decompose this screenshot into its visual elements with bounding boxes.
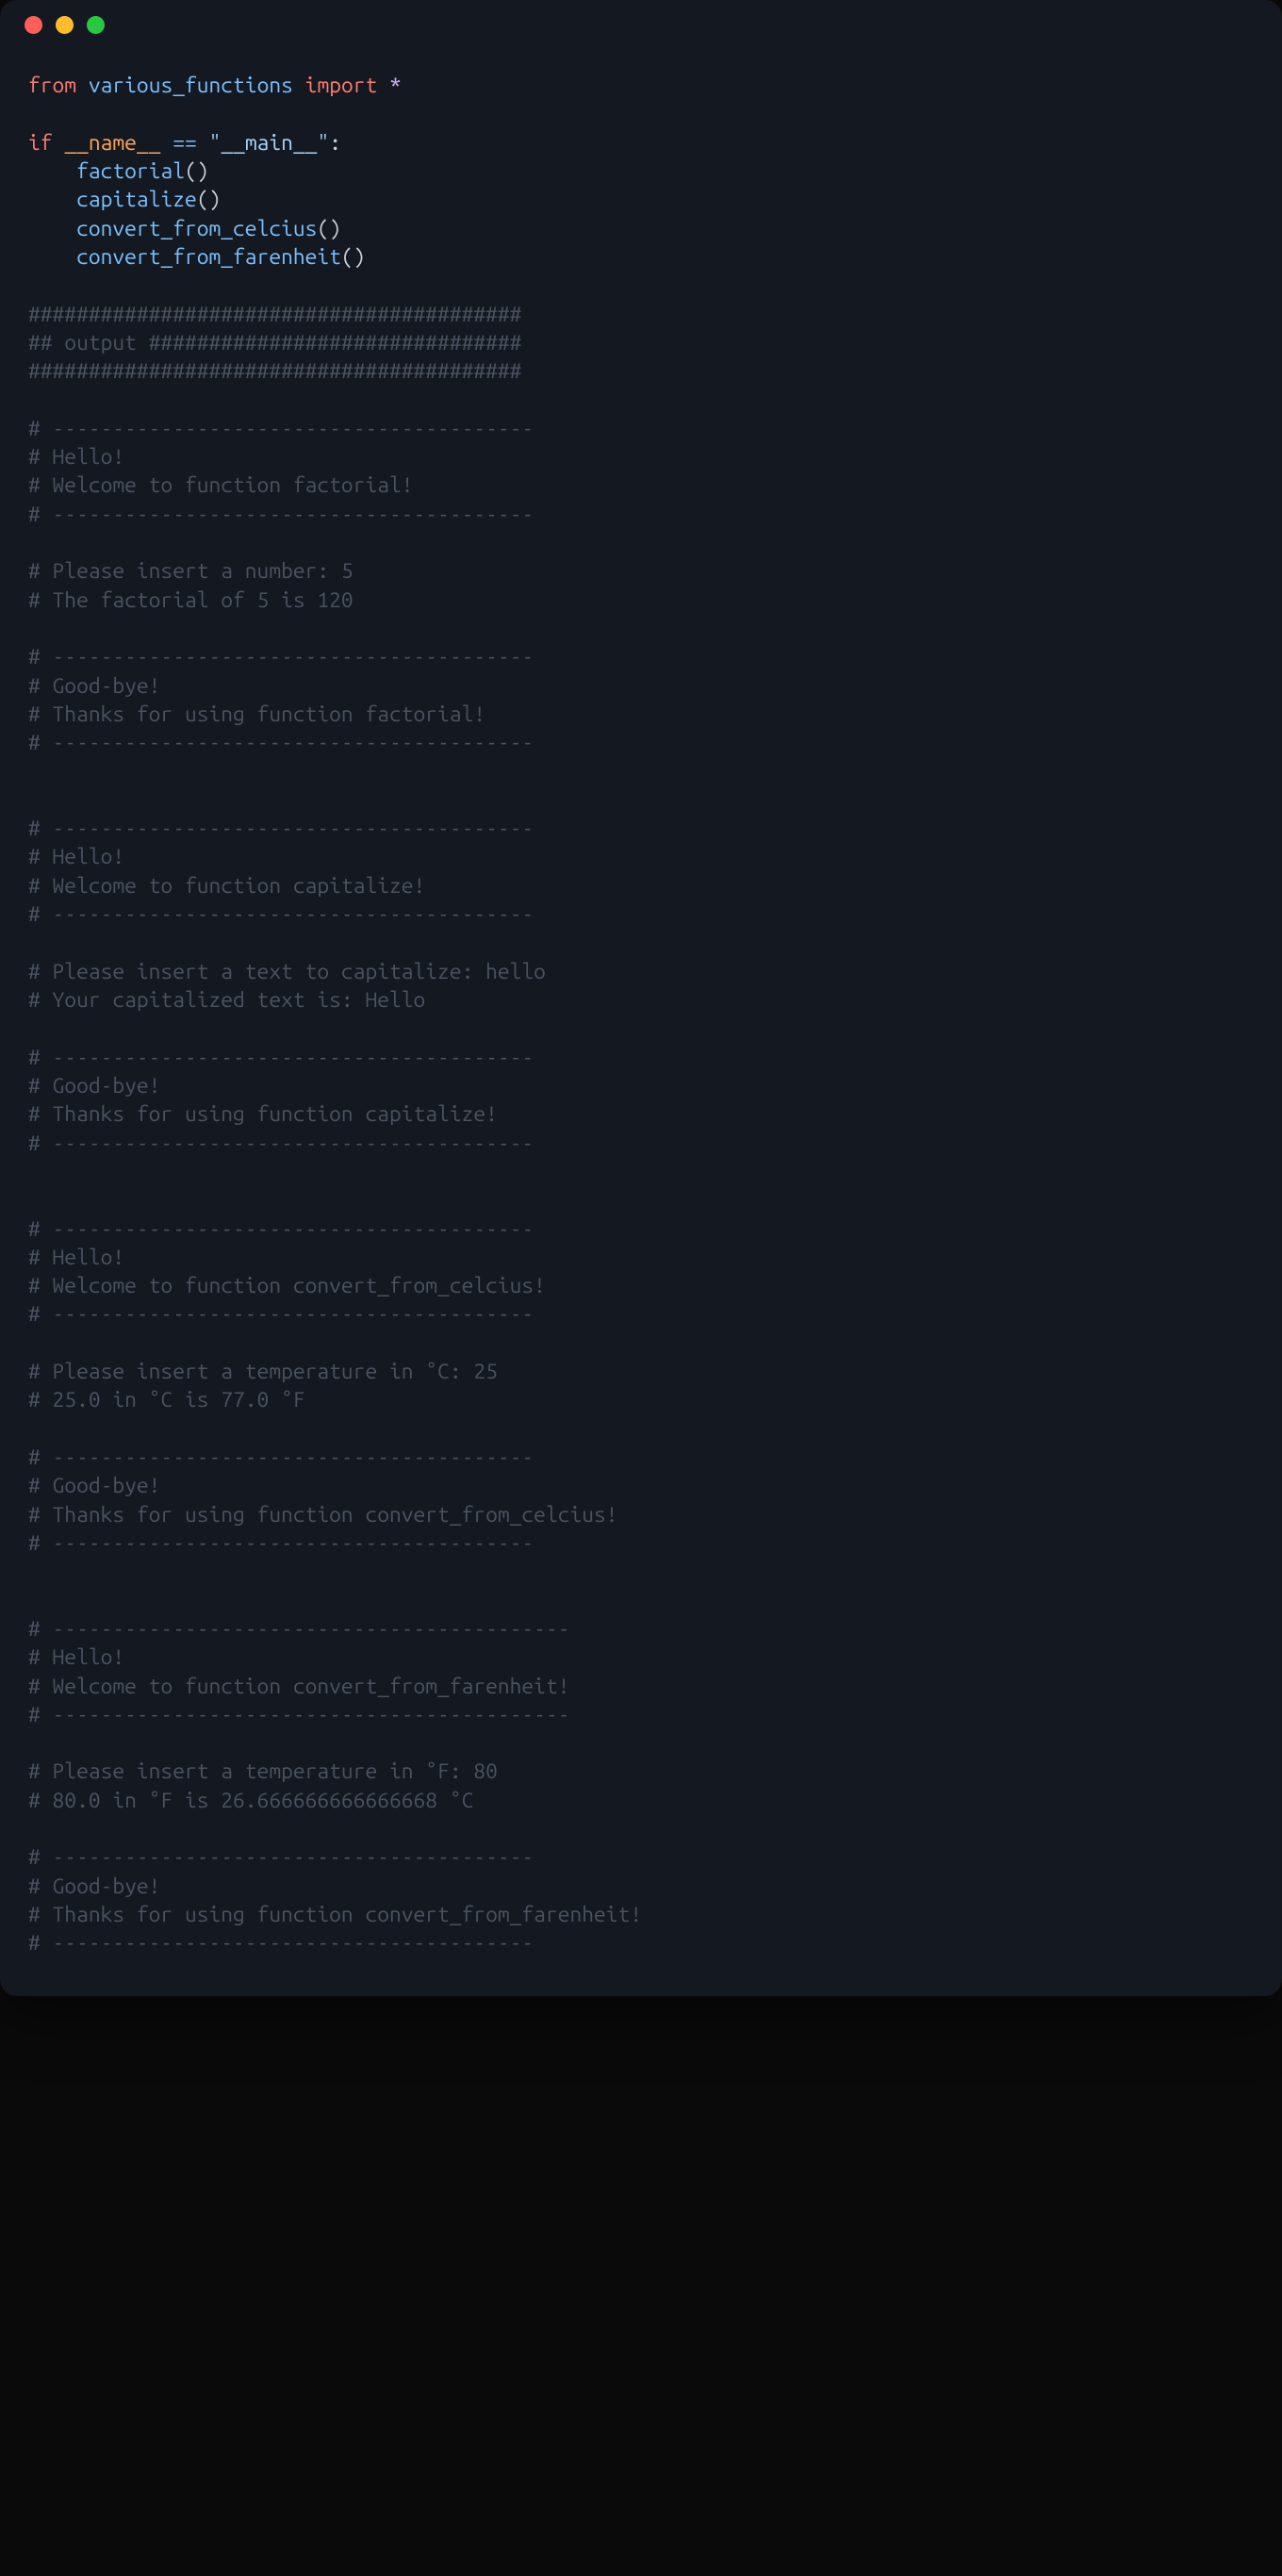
comment-line: # --------------------------------------… bbox=[28, 1445, 534, 1469]
call-factorial: factorial bbox=[76, 159, 185, 183]
comment-line: # --------------------------------------… bbox=[28, 1046, 534, 1069]
module-name: various_functions bbox=[89, 74, 293, 97]
comment-line: # --------------------------------------… bbox=[28, 1531, 534, 1555]
comment-line: ########################################… bbox=[28, 303, 521, 326]
keyword-if: if bbox=[28, 131, 53, 155]
comment-line: # --------------------------------------… bbox=[28, 645, 534, 669]
comment-line: # 25.0 in °C is 77.0 °F bbox=[28, 1388, 305, 1412]
call-convert-celcius: convert_from_celcius bbox=[76, 217, 317, 240]
parens: () bbox=[197, 188, 222, 211]
comment-line: # Your capitalized text is: Hello bbox=[28, 988, 425, 1012]
comment-line: # --------------------------------------… bbox=[28, 817, 534, 840]
import-star: * bbox=[389, 74, 402, 97]
comment-line: # Please insert a text to capitalize: he… bbox=[28, 960, 546, 983]
comment-line: # Hello! bbox=[28, 1645, 124, 1669]
keyword-from: from bbox=[28, 74, 76, 97]
comment-line: # Welcome to function convert_from_faren… bbox=[28, 1675, 569, 1698]
comment-line: # 80.0 in °F is 26.666666666666668 °C bbox=[28, 1789, 473, 1812]
comment-line: # --------------------------------------… bbox=[28, 1217, 534, 1241]
operator-eq: == bbox=[173, 131, 197, 155]
comment-line: # --------------------------------------… bbox=[28, 417, 534, 440]
comment-line: # Thanks for using function factorial! bbox=[28, 702, 485, 726]
parens: () bbox=[185, 159, 209, 183]
parens: () bbox=[341, 245, 366, 269]
comment-line: # Good-bye! bbox=[28, 1474, 160, 1497]
string-main: "__main__" bbox=[209, 131, 330, 155]
close-icon[interactable] bbox=[25, 16, 42, 34]
comment-line: # Good-bye! bbox=[28, 1074, 160, 1098]
comment-line: # Good-bye! bbox=[28, 674, 160, 698]
comment-line: # --------------------------------------… bbox=[28, 1302, 534, 1326]
titlebar bbox=[0, 0, 1282, 49]
comment-line: # Please insert a number: 5 bbox=[28, 559, 353, 583]
comment-line: # The factorial of 5 is 120 bbox=[28, 588, 353, 612]
code-content: from various_functions import * if __nam… bbox=[0, 49, 1282, 1996]
comment-line: # Welcome to function factorial! bbox=[28, 473, 414, 497]
comment-line: # --------------------------------------… bbox=[28, 1617, 569, 1641]
comment-line: # Please insert a temperature in °F: 80 bbox=[28, 1759, 498, 1783]
comment-line: ## output ##############################… bbox=[28, 331, 521, 355]
comment-line: # --------------------------------------… bbox=[28, 1703, 569, 1726]
parens: () bbox=[317, 217, 341, 240]
call-convert-farenheit: convert_from_farenheit bbox=[76, 245, 341, 269]
comment-line: # Hello! bbox=[28, 845, 124, 868]
comment-line: # --------------------------------------… bbox=[28, 731, 534, 754]
minimize-icon[interactable] bbox=[56, 16, 74, 34]
colon: : bbox=[329, 131, 341, 155]
comment-line: # Welcome to function convert_from_celci… bbox=[28, 1274, 546, 1297]
call-capitalize: capitalize bbox=[76, 188, 197, 211]
comment-line: # Good-bye! bbox=[28, 1874, 160, 1898]
comment-line: # --------------------------------------… bbox=[28, 1931, 534, 1955]
comment-line: # Please insert a temperature in °C: 25 bbox=[28, 1360, 498, 1383]
comment-line: # Thanks for using function convert_from… bbox=[28, 1503, 618, 1527]
comment-line: # Hello! bbox=[28, 445, 124, 469]
comment-line: # Welcome to function capitalize! bbox=[28, 874, 425, 898]
comment-line: # --------------------------------------… bbox=[28, 1131, 534, 1155]
comment-line: # Hello! bbox=[28, 1246, 124, 1269]
dunder-name: __name__ bbox=[64, 131, 160, 155]
comment-line: ########################################… bbox=[28, 359, 521, 383]
comment-line: # Thanks for using function convert_from… bbox=[28, 1903, 642, 1926]
comment-line: # --------------------------------------… bbox=[28, 1845, 534, 1869]
keyword-import: import bbox=[305, 74, 378, 97]
maximize-icon[interactable] bbox=[87, 16, 105, 34]
code-window: from various_functions import * if __nam… bbox=[0, 0, 1282, 1996]
comment-line: # Thanks for using function capitalize! bbox=[28, 1102, 498, 1126]
comment-line: # --------------------------------------… bbox=[28, 503, 534, 526]
comment-line: # --------------------------------------… bbox=[28, 902, 534, 926]
